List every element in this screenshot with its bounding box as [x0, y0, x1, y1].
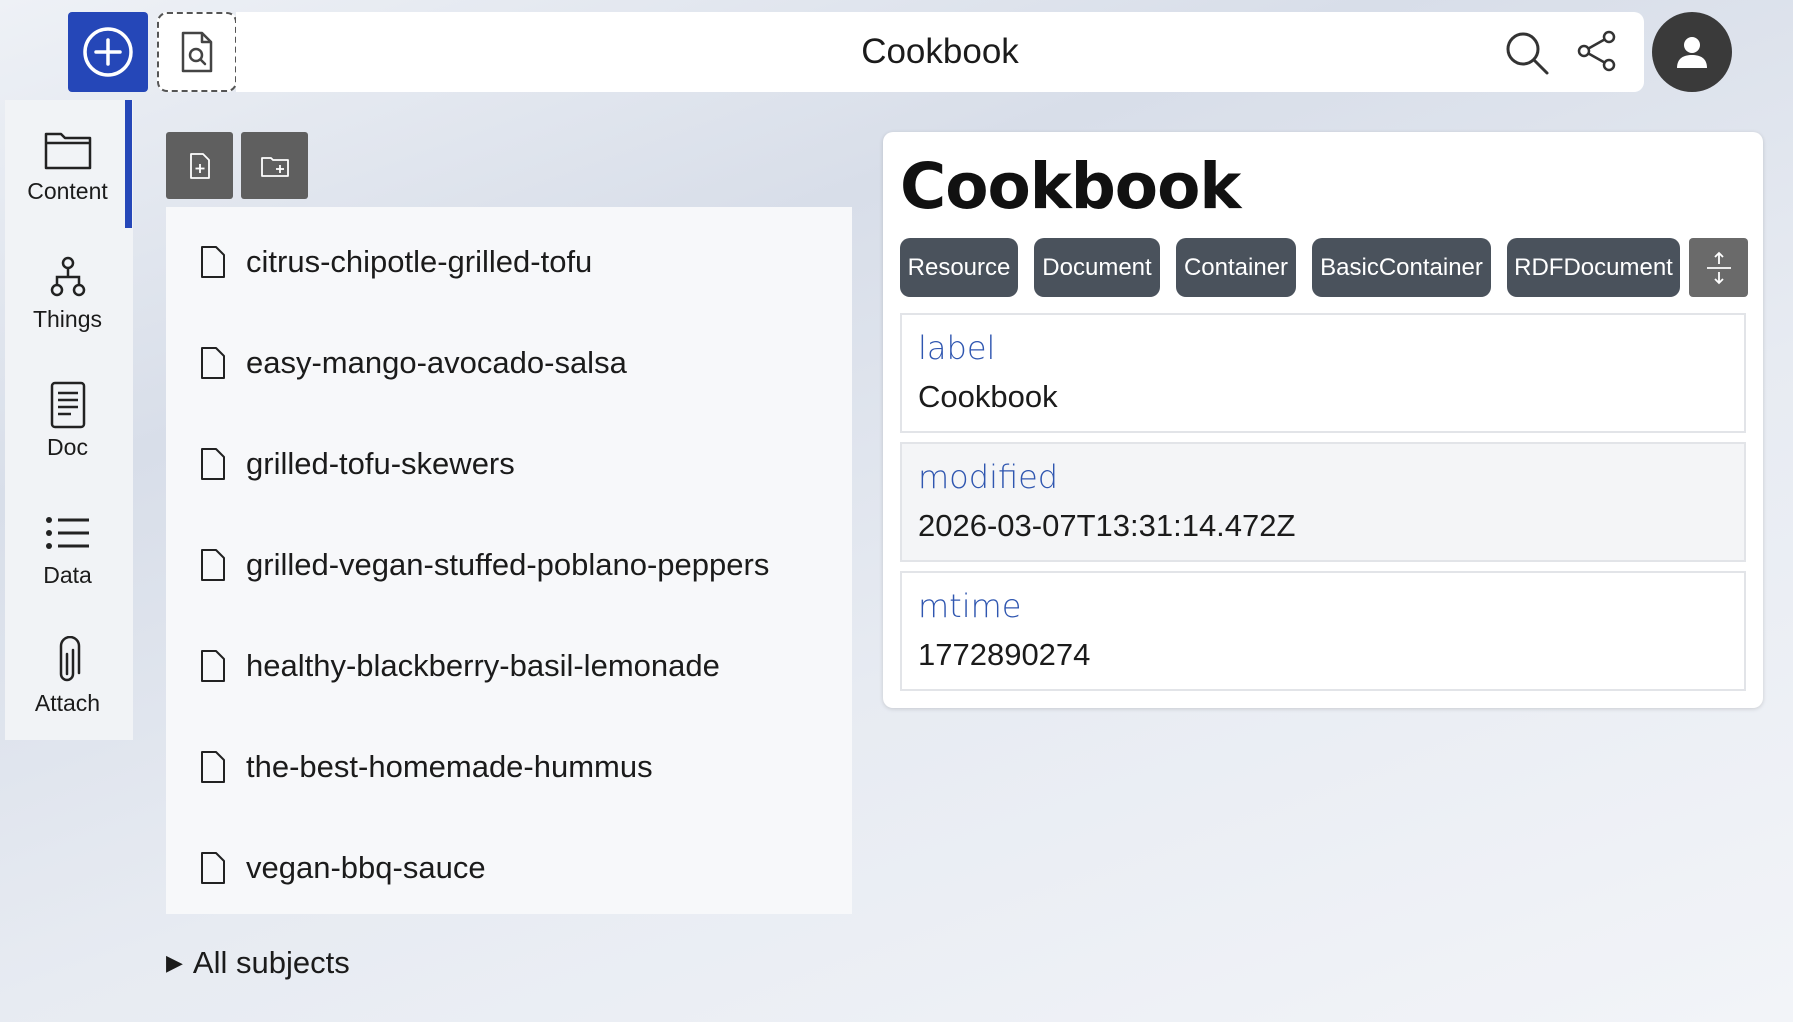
sidebar: Content Things Doc Data Attach [5, 100, 133, 740]
sidebar-item-label: Things [32, 305, 103, 332]
sidebar-item-label: Data [43, 561, 92, 588]
search-icon[interactable] [1504, 30, 1550, 76]
hierarchy-icon [50, 256, 85, 296]
file-search-icon [181, 31, 213, 73]
list-item[interactable]: healthy-blackberry-basil-lemonade [166, 615, 852, 716]
type-badge-basiccontainer[interactable]: BasicContainer [1312, 238, 1491, 297]
details-title: Cookbook [900, 150, 1241, 223]
new-file-button[interactable] [166, 132, 233, 199]
user-avatar-button[interactable] [1652, 12, 1732, 92]
type-badge-rdfdocument[interactable]: RDFDocument [1507, 238, 1680, 297]
sidebar-item-things[interactable]: Things [5, 228, 130, 356]
file-name: grilled-tofu-skewers [246, 445, 515, 481]
sidebar-item-label: Attach [34, 689, 101, 716]
new-button[interactable] [68, 12, 148, 92]
expand-vertical-icon [1706, 251, 1731, 284]
list-item[interactable]: grilled-tofu-skewers [166, 413, 852, 514]
file-icon [201, 447, 225, 480]
document-icon [50, 381, 85, 428]
file-icon [201, 245, 225, 278]
file-icon [201, 750, 225, 783]
property-value: 1772890274 [918, 637, 1091, 672]
list-toolbar [166, 132, 308, 199]
share-icon[interactable] [1576, 30, 1618, 72]
folder-icon [44, 132, 91, 169]
property-label: label Cookbook [900, 313, 1746, 433]
all-subjects-label: All subjects [192, 945, 350, 980]
top-bar: Cookbook [236, 12, 1644, 92]
file-icon [201, 649, 225, 682]
type-badge-container[interactable]: Container [1176, 238, 1296, 297]
file-icon [201, 548, 225, 581]
property-key: label [918, 329, 996, 367]
list-icon [45, 516, 89, 549]
list-item[interactable]: vegan-bbq-sauce [166, 817, 852, 918]
all-subjects-toggle[interactable]: ▶ All subjects [166, 945, 350, 981]
type-badges: Resource Document Container BasicContain… [900, 238, 1680, 297]
file-list: citrus-chipotle-grilled-tofu easy-mango-… [166, 207, 852, 914]
sidebar-item-label: Content [27, 177, 108, 204]
details-card: Cookbook Resource Document Container Bas… [883, 132, 1763, 708]
property-modified: modified 2026-03-07T13:31:14.472Z [900, 442, 1746, 562]
property-mtime: mtime 1772890274 [900, 571, 1746, 691]
type-badge-document[interactable]: Document [1034, 238, 1160, 297]
list-item[interactable]: easy-mango-avocado-salsa [166, 312, 852, 413]
caret-right-icon: ▶ [166, 950, 183, 975]
search-document-button[interactable] [157, 12, 237, 92]
property-key: mtime [918, 587, 1022, 625]
user-icon [1677, 37, 1707, 68]
file-name: grilled-vegan-stuffed-poblano-peppers [246, 546, 770, 582]
file-icon [201, 346, 225, 379]
expand-button[interactable] [1689, 238, 1748, 297]
file-icon [201, 851, 225, 884]
new-folder-button[interactable] [241, 132, 308, 199]
list-item[interactable]: the-best-homemade-hummus [166, 716, 852, 817]
sidebar-item-content[interactable]: Content [5, 100, 130, 228]
folder-plus-icon [260, 156, 289, 177]
list-item[interactable]: grilled-vegan-stuffed-poblano-peppers [166, 514, 852, 615]
sidebar-item-doc[interactable]: Doc [5, 356, 130, 484]
file-name: the-best-homemade-hummus [246, 748, 653, 784]
property-value: 2026-03-07T13:31:14.472Z [918, 508, 1296, 543]
property-value: Cookbook [918, 379, 1058, 414]
paperclip-icon [59, 635, 80, 681]
file-name: easy-mango-avocado-salsa [246, 344, 627, 380]
sidebar-active-indicator [125, 100, 132, 228]
sidebar-item-label: Doc [47, 433, 88, 460]
plus-circle-icon [83, 27, 133, 77]
sidebar-item-attach[interactable]: Attach [5, 612, 130, 740]
property-key: modified [918, 458, 1059, 496]
file-name: healthy-blackberry-basil-lemonade [246, 647, 720, 683]
list-item[interactable]: citrus-chipotle-grilled-tofu [166, 211, 852, 312]
page-title: Cookbook [861, 32, 1019, 71]
file-name: vegan-bbq-sauce [246, 849, 486, 885]
file-plus-icon [189, 152, 210, 179]
file-name: citrus-chipotle-grilled-tofu [246, 243, 593, 279]
sidebar-item-data[interactable]: Data [5, 484, 130, 612]
type-badge-resource[interactable]: Resource [900, 238, 1018, 297]
